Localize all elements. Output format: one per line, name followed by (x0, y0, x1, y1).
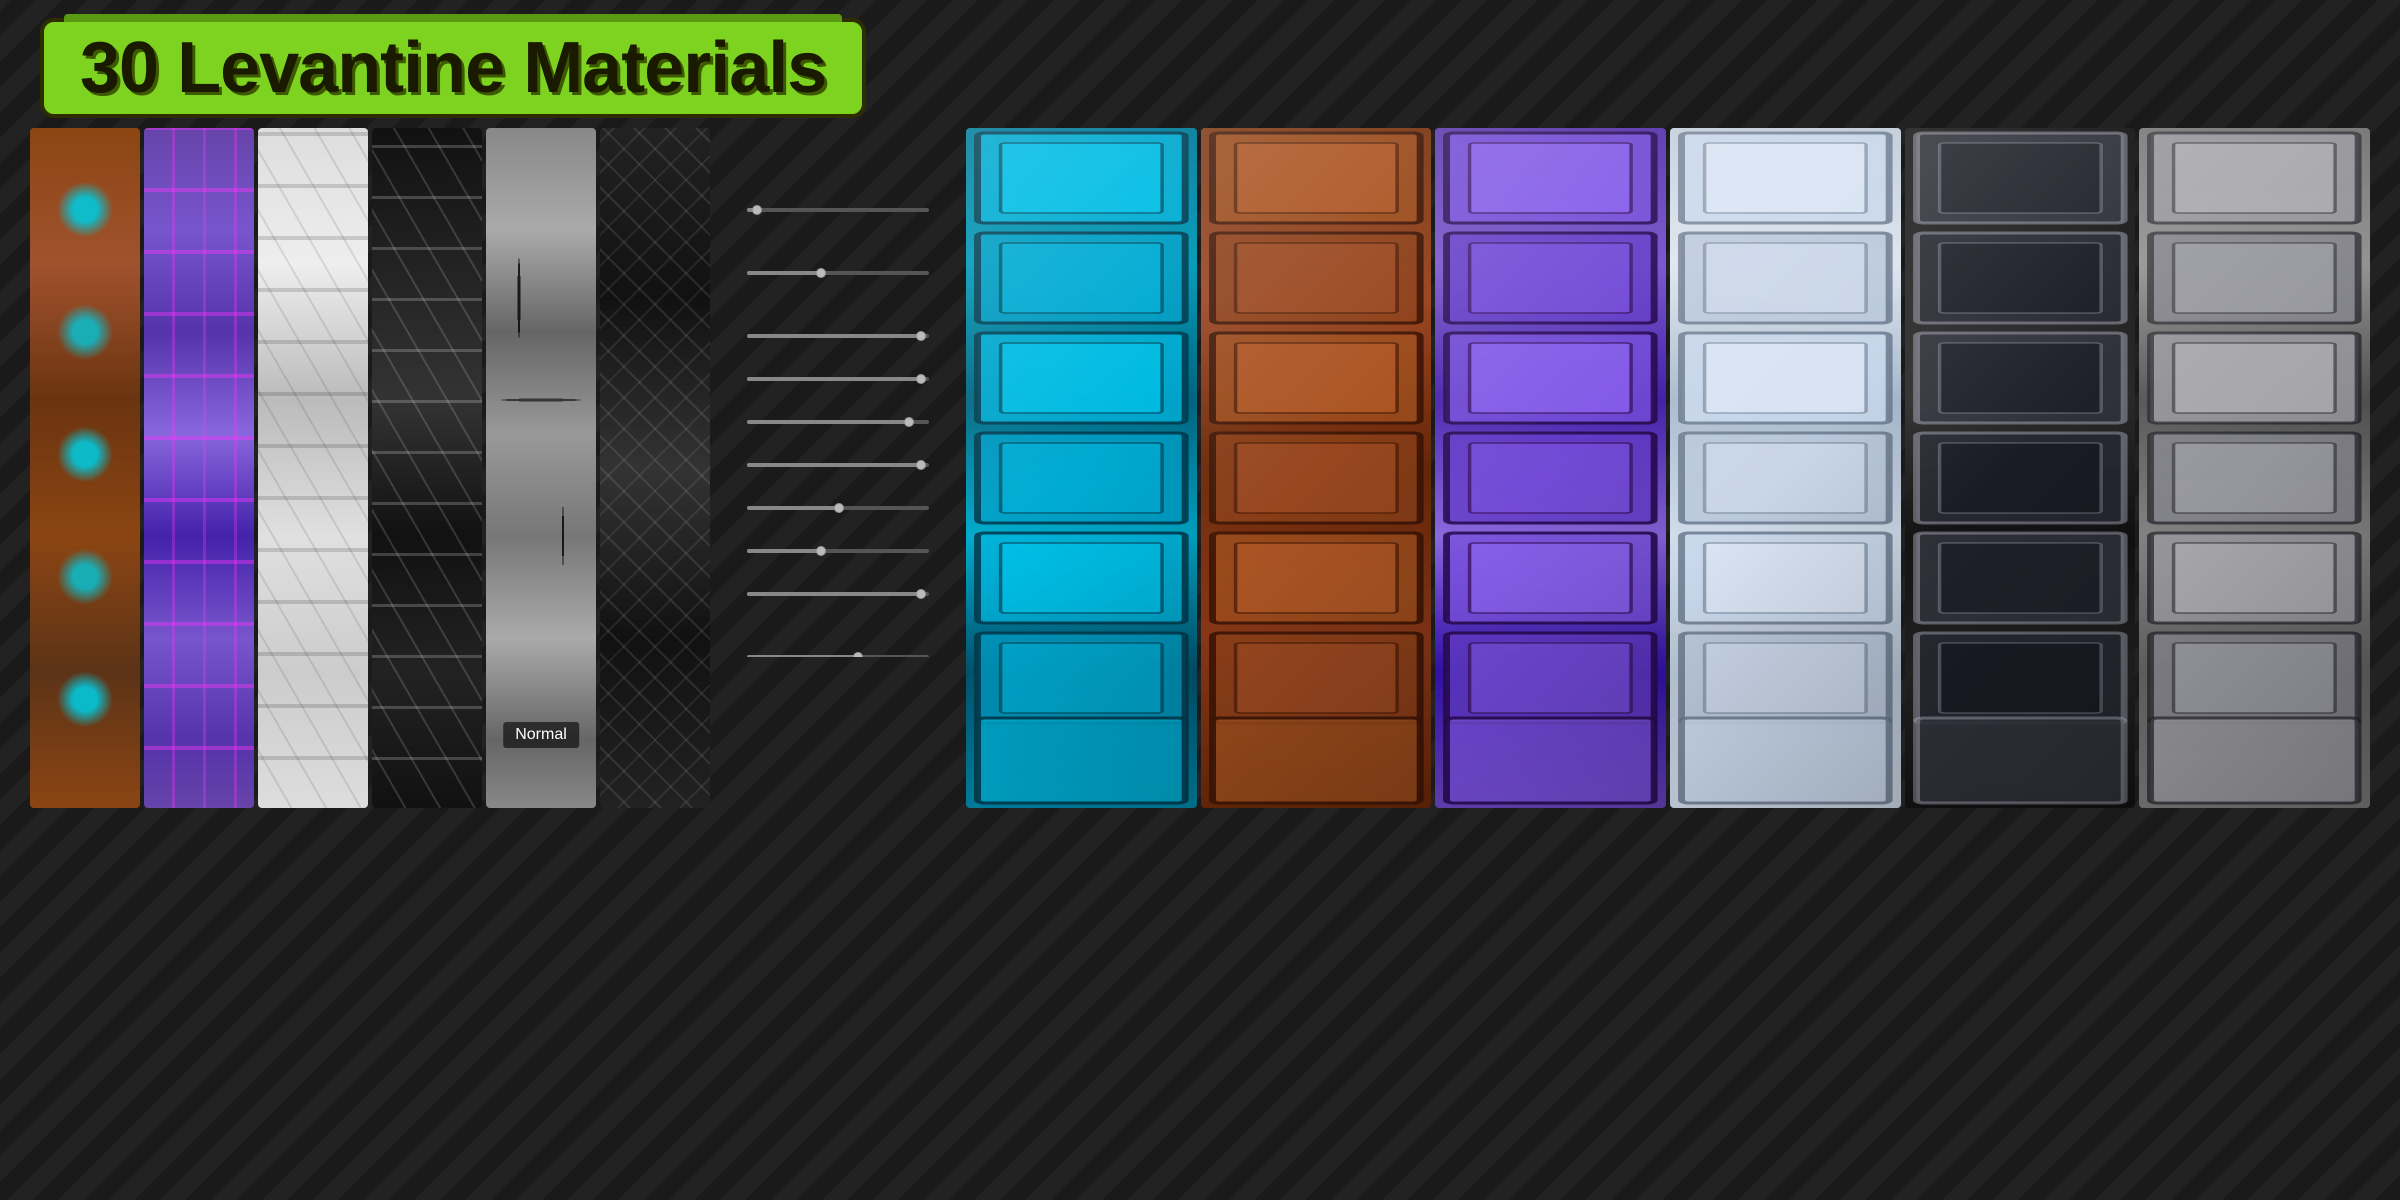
cement-amount-slider[interactable] (739, 547, 937, 558)
ceramic-edge-fill (747, 420, 907, 424)
texture-strip-dark-hex (372, 128, 482, 808)
slider-thumb[interactable] (752, 205, 762, 215)
texture-strip-purple (144, 128, 254, 808)
clay-damage-fill (747, 334, 920, 338)
ceramic-loose-fill (747, 592, 920, 596)
render-strip-purple (1435, 128, 1666, 808)
ceramic-break-slider[interactable] (739, 461, 937, 472)
page-title: 30 Levantine Materials (80, 32, 826, 104)
ceramic-holes-thumb[interactable] (834, 503, 844, 513)
clay-damage-thumb[interactable] (916, 331, 926, 341)
texture-strip-clay (30, 128, 140, 808)
texture-strip-crack-dark (600, 128, 710, 808)
tile-amount-slider[interactable] (739, 269, 937, 280)
render-strip-white (1670, 128, 1901, 808)
tile-slider-track (747, 271, 929, 275)
ceramic-loose-track (747, 592, 929, 596)
edge-sculpt-fill (747, 377, 920, 381)
render-strip-cyan (966, 128, 1197, 808)
ceramic-edge-slider[interactable] (739, 418, 937, 429)
ceramic-break-track (747, 463, 929, 467)
cement-amount-track (747, 549, 929, 553)
tile-slider-thumb[interactable] (816, 268, 826, 278)
render-strip-dark (1905, 128, 2136, 808)
tile-slider-fill (747, 271, 820, 275)
ceramic-holes-fill (747, 506, 838, 510)
clay-damage-track (747, 334, 929, 338)
normal-label: Normal (503, 722, 579, 748)
slider-track (747, 208, 929, 212)
render-strip-grey (2139, 128, 2370, 808)
pattern-number-slider[interactable] (739, 206, 937, 217)
edge-sculpt-track (747, 377, 929, 381)
ceramic-loose-slider[interactable] (739, 590, 937, 601)
texture-strip-hex (258, 128, 368, 808)
edge-sculpt-thumb[interactable] (916, 374, 926, 384)
ceramic-break-fill (747, 463, 920, 467)
ceramic-holes-track (747, 506, 929, 510)
clay-damage-slider[interactable] (739, 332, 937, 343)
ceramic-edge-thumb[interactable] (904, 417, 914, 427)
ceramic-break-thumb[interactable] (916, 460, 926, 470)
cement-amount-fill (747, 549, 820, 553)
cement-amount-thumb[interactable] (816, 546, 826, 556)
main-layout: Normal ≡ Vol_01 - PROPERTIES ▼ Patte (0, 128, 2400, 808)
ceramic-edge-track (747, 420, 929, 424)
ceramic-loose-thumb[interactable] (916, 589, 926, 599)
render-strip-orange (1201, 128, 1432, 808)
edge-sculpt-slider[interactable] (739, 375, 937, 386)
ceramic-holes-slider[interactable] (739, 504, 937, 515)
texture-strip-crack-light: Normal (486, 128, 596, 808)
page-wrapper: 30 Levantine Materials Vol 01 / 10 Patte… (0, 0, 2400, 1200)
title-badge: 30 Levantine Materials (40, 18, 866, 118)
